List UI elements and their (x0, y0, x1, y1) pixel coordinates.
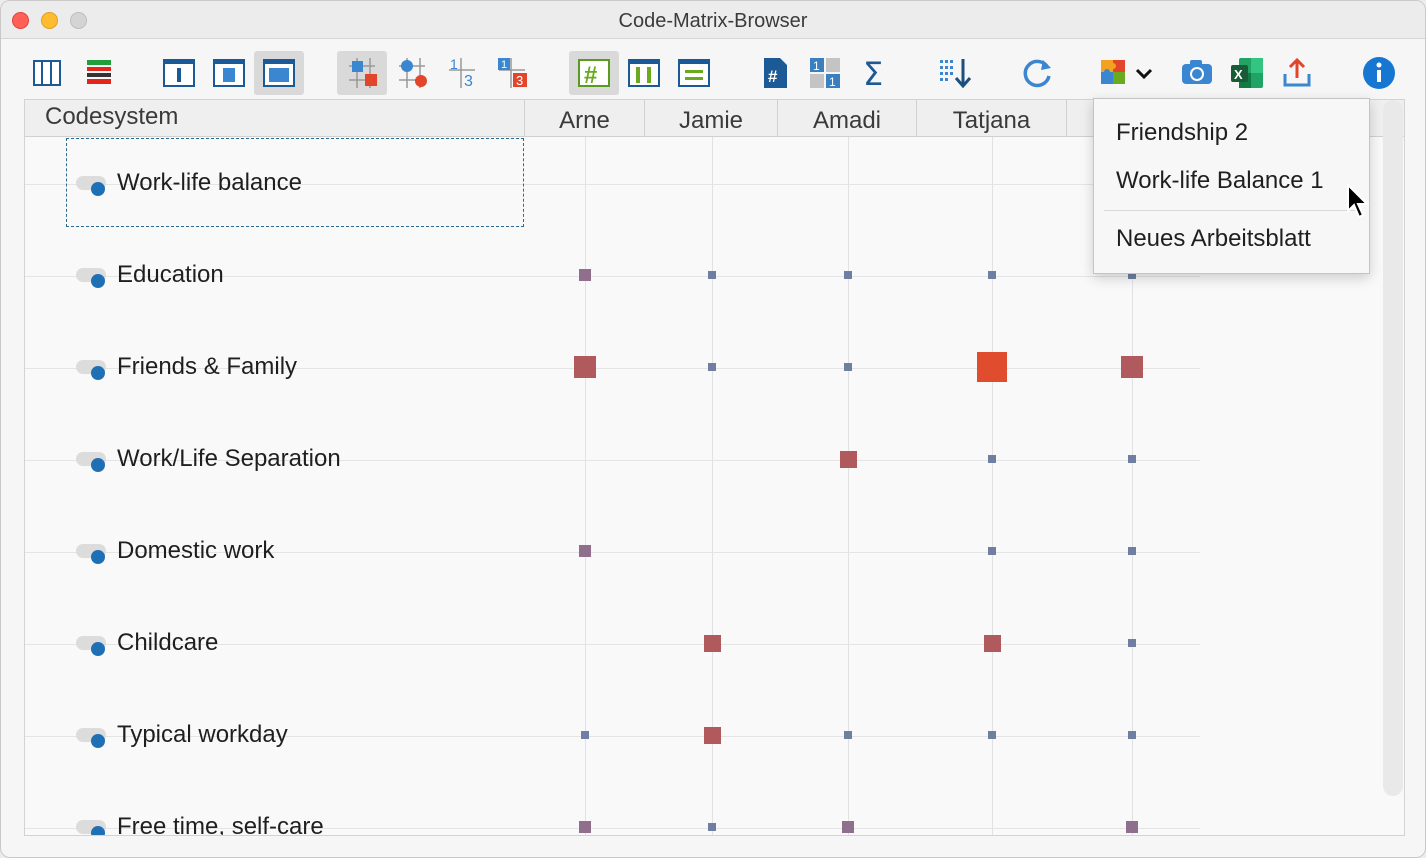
sort-down-icon[interactable] (931, 51, 981, 95)
matrix-cell-marker[interactable] (988, 547, 996, 555)
code-row-label[interactable]: Free time, self-care (117, 813, 324, 835)
code-colors-icon[interactable] (74, 51, 124, 95)
menu-item-neues-arbeitsblatt[interactable]: Neues Arbeitsblatt (1116, 225, 1311, 253)
matrix-cell-marker[interactable] (579, 545, 591, 557)
menu-item-friendship-2[interactable]: Friendship 2 (1116, 119, 1248, 147)
columns-layout-icon[interactable] (22, 51, 72, 95)
matrix-cell-marker[interactable] (579, 269, 591, 281)
numbers-visual-icon[interactable]: 13 (437, 51, 487, 95)
column-header[interactable]: Amadi (778, 100, 917, 137)
matrix-cell-marker[interactable] (988, 731, 996, 739)
code-icon (76, 360, 106, 380)
svg-text:1: 1 (450, 56, 458, 72)
code-icon (76, 820, 106, 835)
svg-text:1: 1 (829, 75, 836, 89)
column-header[interactable]: Tatjana (917, 100, 1067, 137)
document-hash-icon[interactable]: # (750, 51, 800, 95)
camera-icon[interactable] (1172, 51, 1222, 95)
code-icon (76, 636, 106, 656)
matrix-cell-marker[interactable] (1128, 455, 1136, 463)
matrix-cell-marker[interactable] (977, 352, 1007, 382)
matrix-cell-marker[interactable] (581, 731, 589, 739)
focus-indicator (66, 138, 524, 227)
vertical-scrollbar[interactable] (1383, 100, 1403, 796)
pane-center-icon[interactable] (204, 51, 254, 95)
row-grid-icon[interactable] (669, 51, 719, 95)
code-row-label[interactable]: Work/Life Separation (117, 445, 341, 473)
code-icon (76, 728, 106, 748)
mouse-cursor-icon (1347, 183, 1370, 219)
pane-full-icon[interactable] (254, 51, 304, 95)
svg-text:#: # (584, 62, 597, 88)
matrix-cell-marker[interactable] (983, 634, 1001, 652)
window-title: Code-Matrix-Browser (618, 10, 808, 32)
menu-item-work-life-balance-1[interactable]: Work-life Balance 1 (1116, 167, 1324, 195)
hash-grid-icon[interactable]: # (569, 51, 619, 95)
svg-text:Σ: Σ (863, 56, 883, 90)
circles-visual-icon[interactable] (387, 51, 437, 95)
matrix-numbers-icon[interactable]: 11 (800, 51, 850, 95)
column-grid-icon[interactable] (619, 51, 669, 95)
code-icon (76, 452, 106, 472)
matrix-cell-marker[interactable] (579, 821, 591, 833)
matrix-cell-marker[interactable] (1128, 547, 1136, 555)
pane-left-icon[interactable] (154, 51, 204, 95)
toolbar: 13 13 # # 11 Σ X (1, 39, 1425, 99)
matrix-cell-marker[interactable] (844, 271, 852, 279)
svg-text:#: # (768, 67, 778, 86)
svg-text:1: 1 (813, 59, 820, 73)
code-matrix-browser-window: Code-Matrix-Browser 13 13 # # 1 1 Σ X Co… (0, 0, 1426, 858)
code-icon (76, 268, 106, 288)
matrix-cell-marker[interactable] (842, 821, 854, 833)
sigma-icon[interactable]: Σ (850, 51, 900, 95)
matrix-cell-marker[interactable] (844, 363, 852, 371)
matrix-cell-marker[interactable] (1126, 821, 1138, 833)
matrix-cell-marker[interactable] (708, 271, 716, 279)
info-icon[interactable] (1354, 51, 1404, 95)
code-row-label[interactable]: Childcare (117, 629, 218, 657)
code-row-label[interactable]: Typical workday (117, 721, 288, 749)
numbers-colored-icon[interactable]: 13 (487, 51, 537, 95)
matrix-cell-marker[interactable] (988, 271, 996, 279)
matrix-cell-marker[interactable] (839, 450, 857, 468)
refresh-icon[interactable] (1013, 51, 1063, 95)
codesystem-header[interactable]: Codesystem (25, 100, 525, 137)
code-row-label[interactable]: Domestic work (117, 537, 274, 565)
matrix-cell-marker[interactable] (574, 356, 596, 378)
excel-icon[interactable]: X (1222, 51, 1272, 95)
column-header[interactable]: Arne (525, 100, 645, 137)
code-row-label[interactable]: Education (117, 261, 224, 289)
svg-text:3: 3 (464, 73, 473, 90)
matrix-cell-marker[interactable] (703, 634, 721, 652)
worksheet-dropdown-menu: Friendship 2 Work-life Balance 1 Neues A… (1093, 98, 1370, 274)
svg-text:1: 1 (501, 59, 507, 71)
matrix-cell-marker[interactable] (1128, 731, 1136, 739)
menu-separator (1104, 210, 1359, 211)
code-icon (76, 544, 106, 564)
title-bar: Code-Matrix-Browser (1, 1, 1425, 39)
column-header[interactable]: Jamie (645, 100, 778, 137)
matrix-cell-marker[interactable] (1128, 639, 1136, 647)
matrix-cell-marker[interactable] (703, 726, 721, 744)
code-row-label[interactable]: Friends & Family (117, 353, 297, 381)
puzzle-menu-button[interactable] (1095, 51, 1159, 95)
matrix-cell-marker[interactable] (1121, 356, 1143, 378)
matrix-cell-marker[interactable] (844, 731, 852, 739)
svg-text:X: X (1234, 67, 1243, 82)
matrix-cell-marker[interactable] (988, 455, 996, 463)
matrix-cell-marker[interactable] (708, 363, 716, 371)
export-icon[interactable] (1272, 51, 1322, 95)
matrix-cell-marker[interactable] (708, 823, 716, 831)
squares-visual-icon[interactable] (337, 51, 387, 95)
svg-text:3: 3 (516, 73, 523, 88)
